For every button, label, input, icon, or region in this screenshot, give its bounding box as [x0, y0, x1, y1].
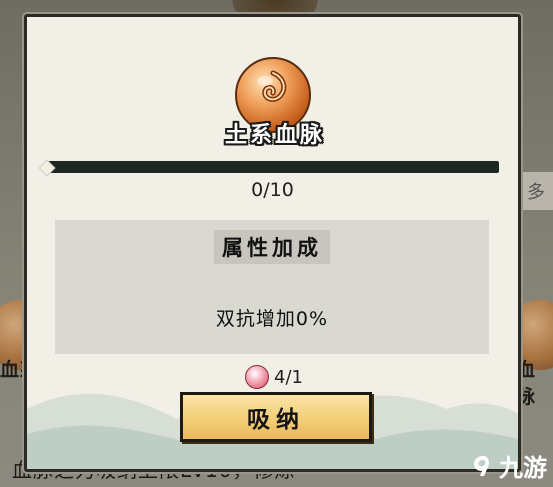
- bloodline-panel: 土系血脉 0/10 属性加成 双抗增加0% 4/1 吸纳: [24, 14, 521, 472]
- attribute-bonus-box: 属性加成 双抗增加0%: [55, 220, 489, 354]
- progress-text: 0/10: [251, 179, 294, 201]
- background-label-right: 血脉: [516, 359, 536, 408]
- background-side-button: 多: [519, 172, 553, 210]
- attribute-bonus-value: 双抗增加0%: [215, 308, 329, 330]
- absorb-button[interactable]: 吸纳: [180, 392, 372, 442]
- attribute-bonus-title: 属性加成: [214, 230, 330, 264]
- watermark-text: 九游: [499, 454, 547, 482]
- bloodline-gem-icon: [245, 365, 269, 389]
- progress-bar: [47, 161, 499, 173]
- watermark: 九游: [470, 448, 547, 483]
- cost-text: 4/1: [274, 366, 303, 388]
- absorb-cost: 4/1: [245, 365, 303, 389]
- bloodline-name: 土系血脉: [224, 123, 325, 148]
- 9you-logo-icon: [474, 455, 489, 476]
